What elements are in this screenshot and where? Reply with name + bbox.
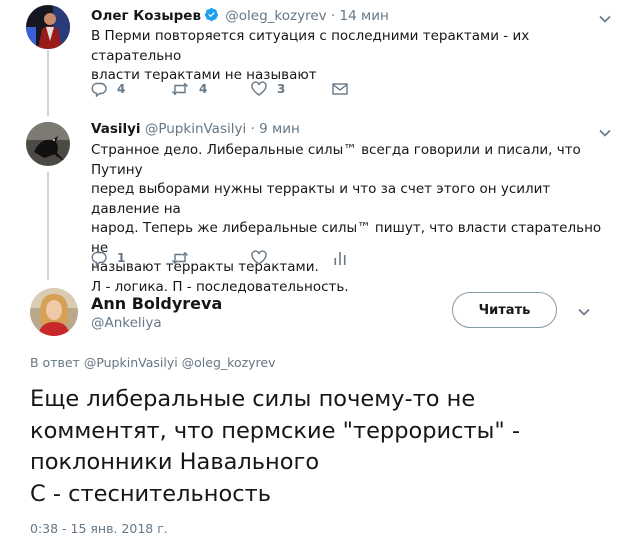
author-handle[interactable]: @Ankeliya (91, 315, 162, 331)
avatar[interactable] (30, 288, 78, 336)
heart-icon (251, 81, 267, 97)
avatar[interactable] (26, 122, 70, 166)
verified-badge-icon (204, 7, 219, 26)
tweet-text-line: В Перми повторяется ситуация с последним… (91, 28, 530, 64)
reply-mentions[interactable]: @PupkinVasilyi @oleg_kozyrev (84, 355, 276, 370)
chevron-down-icon[interactable] (598, 125, 612, 139)
analytics-button[interactable] (333, 248, 347, 268)
tweet-text-line: Странное дело. Либеральные силы™ всегда … (91, 142, 581, 178)
reply-button[interactable]: 4 (91, 79, 125, 99)
tweet-header: Олег Козырев @oleg_kozyrev · 14 мин (91, 7, 389, 26)
author-handle[interactable]: @oleg_kozyrev (225, 8, 326, 24)
author-name[interactable]: Олег Козырев (91, 8, 201, 24)
envelope-icon (332, 82, 348, 96)
author-name[interactable]: Ann Boldyreva (91, 294, 222, 313)
chevron-down-icon[interactable] (598, 11, 612, 25)
like-button[interactable]: 3 (251, 79, 285, 99)
reply-count: 4 (117, 82, 126, 96)
reply-button[interactable]: 1 (91, 248, 125, 268)
analytics-icon (333, 250, 347, 266)
like-count: 3 (277, 82, 286, 96)
retweet-button[interactable] (171, 248, 189, 268)
tweet-text-line: комментят, что пермские "террористы" - (30, 417, 521, 444)
reply-prefix: В ответ (30, 355, 80, 370)
tweet-text-line: С - стеснительность (30, 480, 271, 507)
tweet-actions: 4 4 3 (91, 79, 391, 99)
retweet-button[interactable]: 4 (171, 79, 207, 99)
tweet-timestamp[interactable]: 0:38 - 15 янв. 2018 г. (30, 521, 168, 536)
reply-icon (91, 81, 107, 97)
reply-context: В ответ @PupkinVasilyi @oleg_kozyrev (30, 355, 276, 370)
retweet-count: 4 (199, 82, 208, 96)
tweet-text: Странное дело. Либеральные силы™ всегда … (91, 141, 616, 297)
heart-icon (251, 250, 267, 266)
tweet-actions: 1 (91, 248, 391, 268)
tweet-text-line: поклонники Навального (30, 449, 320, 475)
thread-line (47, 50, 49, 116)
retweet-icon (171, 81, 189, 97)
dm-button[interactable] (332, 79, 348, 99)
author-handle[interactable]: @PupkinVasilyi (145, 121, 246, 137)
retweet-icon (171, 250, 189, 266)
main-tweet-text: Еще либеральные силы почему-то не коммен… (30, 384, 615, 510)
author-name[interactable]: Vasilyi (91, 121, 141, 137)
follow-button[interactable]: Читать (452, 292, 557, 328)
tweet-time[interactable]: 9 мин (259, 121, 300, 137)
thread-line (47, 172, 49, 280)
tweet-text-line: перед выборами нужны терракты и что за с… (91, 181, 551, 217)
tweet-text: В Перми повторяется ситуация с последним… (91, 27, 611, 86)
reply-icon (91, 250, 107, 266)
tweet-header: Vasilyi @PupkinVasilyi · 9 мин (91, 121, 300, 137)
like-button[interactable] (251, 248, 267, 268)
tweet-time[interactable]: 14 мин (340, 8, 389, 24)
tweet-text-line: Еще либеральные силы почему-то не (30, 386, 476, 412)
separator: · (330, 8, 336, 24)
separator: · (250, 121, 255, 137)
reply-count: 1 (117, 251, 126, 265)
chevron-down-icon[interactable] (577, 304, 591, 318)
avatar[interactable] (26, 5, 70, 49)
